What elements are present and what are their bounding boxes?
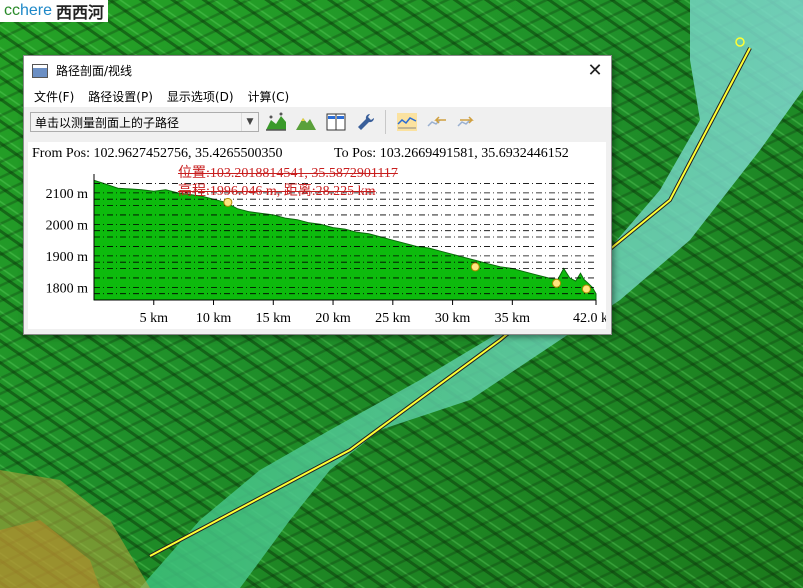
arrow-left-icon — [427, 116, 446, 127]
watermark-site-name: 西西河 — [56, 3, 105, 22]
x-tick-label: 35 km — [495, 311, 531, 326]
cursor-elevation-readout: 高程:1996.046 m, 距离:28.225 km — [178, 184, 376, 199]
watermark-here: here — [20, 2, 53, 19]
mountain-icon — [296, 118, 316, 130]
to-position-label: To Pos: 103.2669491581, 35.6932446152 — [334, 146, 569, 161]
close-icon: ✕ — [587, 60, 603, 81]
subpath-mode-value: 单击以测量剖面上的子路径 — [35, 115, 180, 130]
window-icon — [32, 63, 48, 78]
menu-calculate[interactable]: 计算(C) — [241, 88, 297, 105]
elevation-profile-chart[interactable]: 1800 m 1900 m 2000 m 2100 m 5 km 10 km 15 km 20… — [28, 142, 606, 329]
chevron-down-icon[interactable]: ▼ — [241, 113, 258, 131]
menu-file[interactable]: 文件(F) — [27, 88, 81, 105]
watermark-logo: cc here 西西河 — [0, 0, 109, 22]
watermark-cc: cc — [4, 2, 20, 19]
toolbar: 单击以测量剖面上的子路径 ▼ — [24, 107, 611, 137]
x-tick-label: 42.0 km — [573, 311, 606, 326]
profile-settings-icon — [266, 112, 286, 131]
profile-marker — [552, 278, 562, 288]
x-tick-label: 5 km — [140, 311, 169, 326]
x-tick-label: 20 km — [315, 311, 351, 326]
title-bar[interactable]: 路径剖面/视线 ✕ — [24, 56, 611, 85]
y-tick-label: 2000 m — [46, 218, 89, 233]
y-tick-label: 1800 m — [46, 281, 89, 296]
menu-display-options[interactable]: 显示选项(D) — [160, 88, 241, 105]
menu-bar: 文件(F) 路径设置(P) 显示选项(D) 计算(C) — [24, 85, 611, 107]
profile-settings-button[interactable] — [263, 109, 289, 135]
toolbar-separator — [385, 110, 386, 134]
subpath-mode-select[interactable]: 单击以测量剖面上的子路径 ▼ — [30, 112, 259, 132]
y-tick-label: 2100 m — [46, 187, 89, 202]
close-button[interactable]: ✕ — [579, 56, 611, 85]
terrain-profile-button[interactable] — [293, 109, 319, 135]
menu-path-settings[interactable]: 路径设置(P) — [81, 88, 160, 105]
x-tick-label: 30 km — [435, 311, 471, 326]
window-title: 路径剖面/视线 — [56, 64, 133, 78]
arrow-right-icon — [457, 116, 474, 127]
profile-marker — [581, 284, 591, 294]
x-tick-label: 15 km — [256, 311, 292, 326]
profile-chart-button[interactable] — [394, 109, 420, 135]
x-tick-label: 25 km — [375, 311, 411, 326]
x-tick-label: 10 km — [196, 311, 232, 326]
move-back-button[interactable] — [424, 109, 450, 135]
split-view-button[interactable] — [323, 109, 349, 135]
split-view-icon — [326, 113, 346, 131]
from-position-label: From Pos: 102.9627452756, 35.4265500350 — [32, 146, 283, 161]
profile-chart-icon — [397, 113, 417, 131]
tools-button[interactable] — [353, 109, 379, 135]
wrench-icon — [358, 113, 375, 130]
path-profile-dialog: 路径剖面/视线 ✕ 文件(F) 路径设置(P) 显示选项(D) 计算(C) 单击… — [23, 55, 612, 335]
move-forward-button[interactable] — [454, 109, 480, 135]
profile-marker — [470, 262, 480, 272]
cursor-position-readout: 位置:103.2018814541, 35.5872901117 — [178, 166, 398, 181]
y-tick-label: 1900 m — [46, 250, 89, 265]
